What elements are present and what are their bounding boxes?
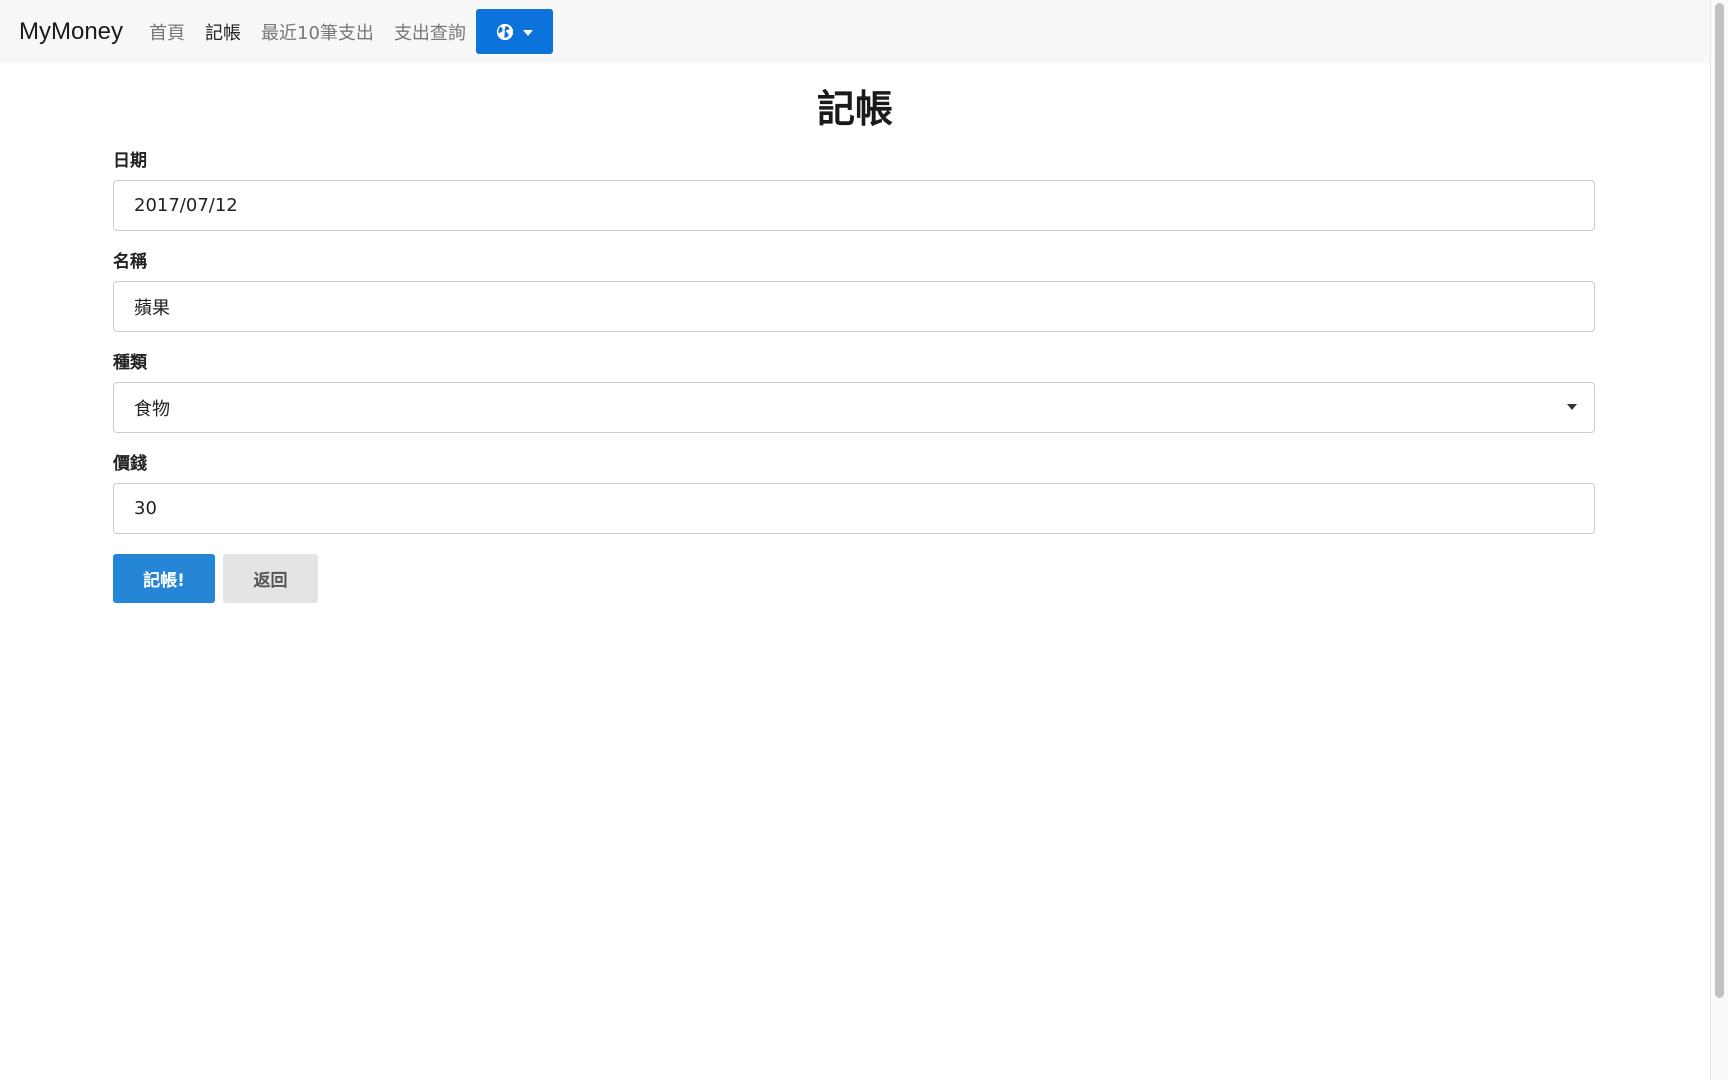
caret-down-icon: [522, 29, 533, 36]
expense-form: 日期 名稱 種類 食物 價錢 記帳! 返回: [113, 150, 1595, 603]
back-button[interactable]: 返回: [223, 554, 318, 603]
date-label: 日期: [113, 151, 147, 171]
nav-link-home[interactable]: 首頁: [149, 19, 185, 45]
nav-link-expense-query[interactable]: 支出查詢: [394, 19, 466, 45]
scrollbar[interactable]: [1710, 0, 1728, 1080]
name-input[interactable]: [134, 296, 1574, 317]
price-input[interactable]: [134, 498, 1574, 519]
category-selected-value: 食物: [134, 398, 170, 420]
submit-button[interactable]: 記帳!: [113, 554, 215, 603]
nav-link-recent-expenses[interactable]: 最近10筆支出: [261, 19, 374, 45]
price-label: 價錢: [113, 454, 147, 474]
nav-links: 首頁 記帳 最近10筆支出 支出查詢: [149, 9, 553, 54]
nav-link-record[interactable]: 記帳: [205, 19, 241, 45]
chevron-down-icon: [1567, 404, 1577, 410]
date-field[interactable]: [113, 180, 1595, 231]
category-select[interactable]: 食物: [113, 382, 1595, 433]
navbar: MyMoney 首頁 記帳 最近10筆支出 支出查詢: [0, 0, 1710, 63]
price-field[interactable]: [113, 483, 1595, 534]
form-actions: 記帳! 返回: [113, 554, 1595, 603]
name-label: 名稱: [113, 252, 147, 272]
name-field[interactable]: [113, 281, 1595, 332]
globe-icon: [496, 23, 514, 40]
page-title: 記帳: [816, 87, 893, 131]
scrollbar-thumb[interactable]: [1715, 3, 1724, 998]
brand-logo[interactable]: MyMoney: [19, 18, 123, 46]
category-label: 種類: [113, 353, 147, 373]
date-input[interactable]: [134, 195, 1574, 216]
language-dropdown-button[interactable]: [475, 9, 553, 54]
